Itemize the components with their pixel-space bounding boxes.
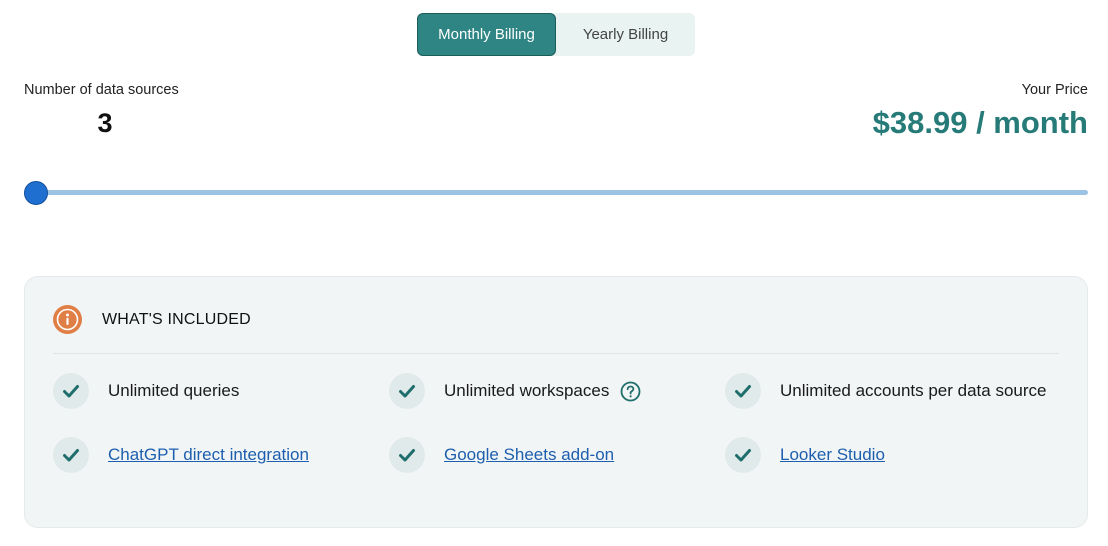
check-icon [389, 373, 425, 409]
feature-item: Unlimited accounts per data source [725, 373, 1046, 409]
slider-thumb[interactable] [24, 181, 48, 205]
looker-studio-link[interactable]: Looker Studio [780, 445, 885, 465]
chatgpt-integration-link[interactable]: ChatGPT direct integration [108, 445, 309, 465]
card-title: WHAT'S INCLUDED [102, 310, 251, 328]
monthly-billing-button[interactable]: Monthly Billing [417, 13, 556, 56]
feature-label: Unlimited accounts per data source [780, 381, 1047, 400]
feature-label: Unlimited workspaces [444, 381, 610, 400]
whats-included-card: WHAT'S INCLUDED Unlimited queries Unlimi… [24, 276, 1088, 528]
feature-label: Unlimited queries [108, 381, 240, 400]
feature-item: Google Sheets add-on [389, 437, 614, 473]
billing-toggle: Monthly Billing Yearly Billing [417, 13, 695, 56]
feature-item: Unlimited workspaces [389, 373, 641, 409]
card-header: WHAT'S INCLUDED [53, 305, 251, 334]
check-icon [725, 373, 761, 409]
info-icon [53, 305, 82, 334]
price-value: $38.99 / month [872, 105, 1088, 140]
check-icon [389, 437, 425, 473]
check-icon [725, 437, 761, 473]
check-icon [53, 437, 89, 473]
feature-item: Unlimited queries [53, 373, 239, 409]
card-divider [53, 353, 1059, 354]
yearly-billing-button[interactable]: Yearly Billing [556, 13, 695, 56]
feature-item: Looker Studio [725, 437, 885, 473]
help-icon[interactable] [620, 381, 641, 402]
check-icon [53, 373, 89, 409]
data-sources-slider-track[interactable] [24, 190, 1088, 195]
feature-item: ChatGPT direct integration [53, 437, 309, 473]
price-label: Your Price [1021, 82, 1088, 98]
data-sources-value: 3 [97, 108, 113, 138]
google-sheets-addon-link[interactable]: Google Sheets add-on [444, 445, 614, 465]
data-sources-label: Number of data sources [24, 82, 179, 98]
